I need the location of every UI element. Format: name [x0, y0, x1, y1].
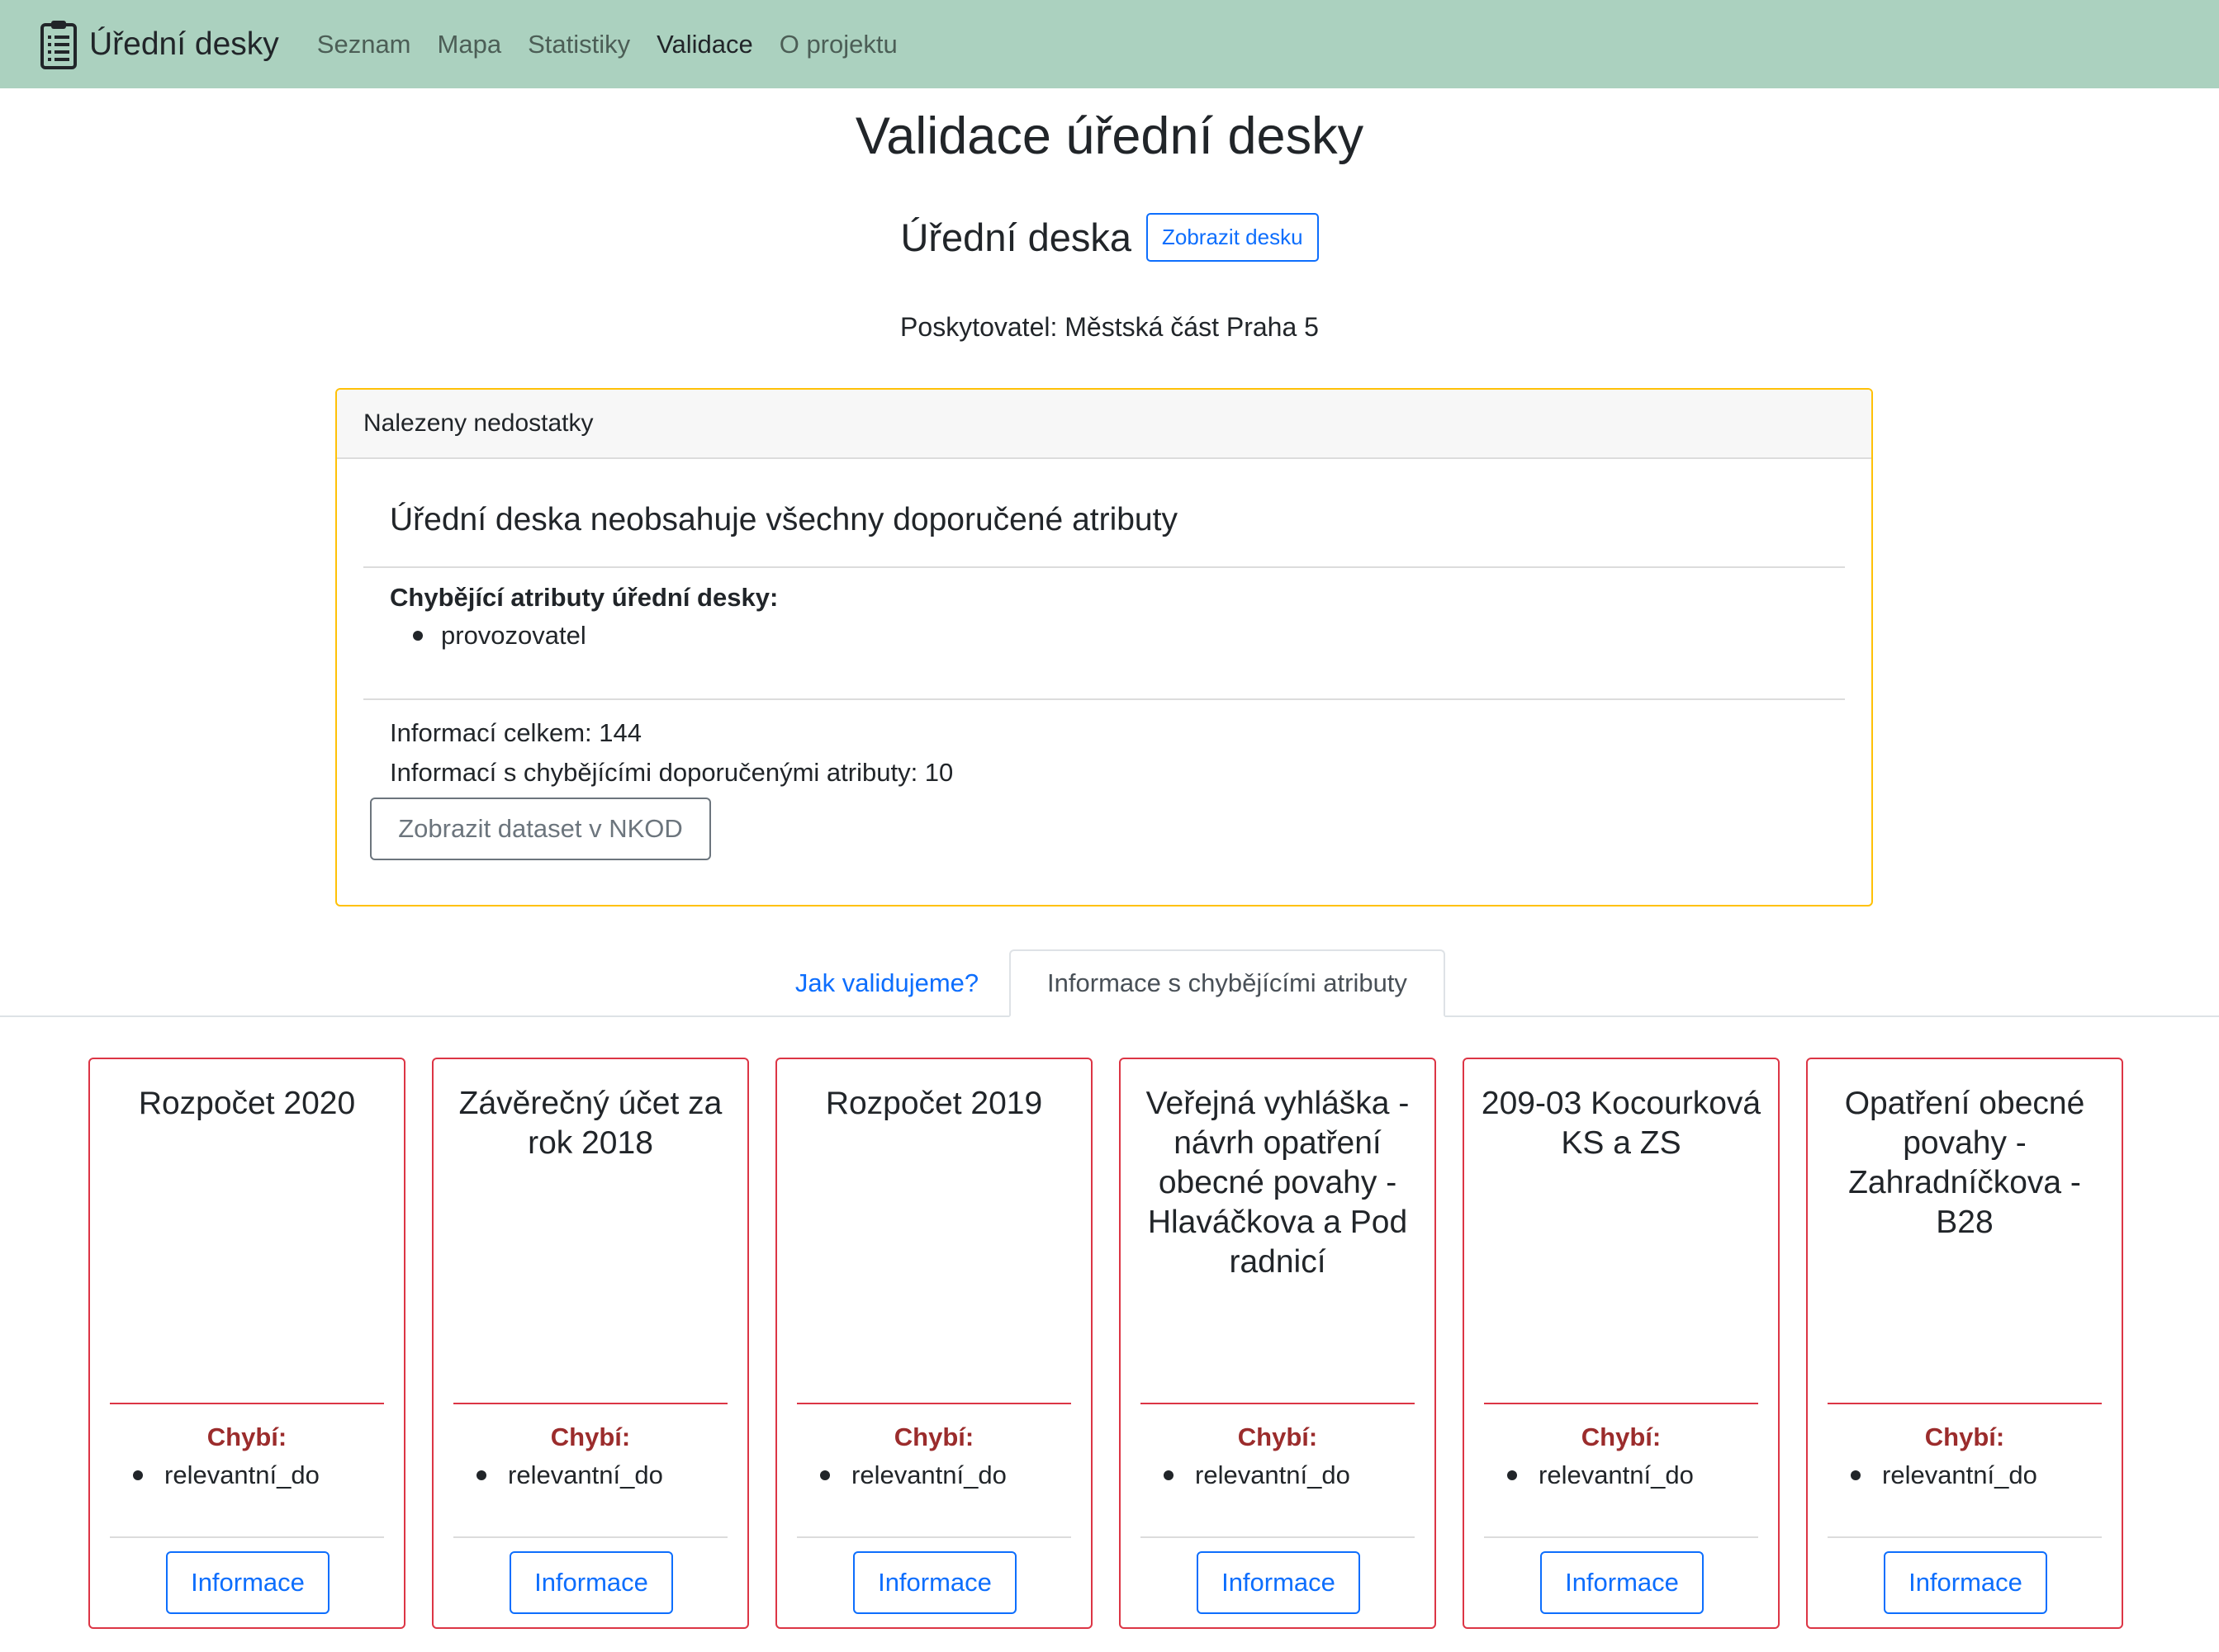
issues-card: Nalezeny nedostatky Úřední deska neobsah… — [335, 388, 1873, 906]
bullet-icon — [133, 1470, 143, 1480]
card-missing-attribute: relevantní_do — [508, 1460, 663, 1489]
nkod-dataset-button[interactable]: Zobrazit dataset v NKOD — [370, 798, 711, 860]
card-title: Rozpočet 2019 — [825, 1086, 1043, 1121]
card-missing-label: Chybí: — [894, 1422, 974, 1451]
provider-text: Poskytovatel: Městská část Praha 5 — [900, 312, 1319, 342]
show-board-button[interactable]: Zobrazit desku — [1146, 213, 1319, 262]
info-button[interactable]: Informace — [1540, 1551, 1704, 1614]
divider — [363, 566, 1845, 568]
card-missing-label: Chybí: — [1581, 1422, 1662, 1451]
divider — [1484, 1536, 1758, 1538]
board-title: Úřední deska — [900, 215, 1131, 259]
card-title: 209-03 Kocourková KS a ZS — [1481, 1086, 1761, 1161]
bullet-icon — [1164, 1470, 1174, 1480]
info-button[interactable]: Informace — [166, 1551, 330, 1614]
divider — [1484, 1403, 1758, 1404]
nav-link-statistiky[interactable]: Statistiky — [528, 30, 630, 59]
issues-card-header: Nalezeny nedostatky — [337, 390, 1871, 459]
list-item: relevantní_do — [133, 1460, 320, 1490]
card-title: Závěrečný účet za rok 2018 — [458, 1086, 723, 1161]
tab-missing-attributes[interactable]: Informace s chybějícími atributy — [1009, 949, 1445, 1017]
total-info-count: Informací celkem: 144 — [390, 718, 642, 747]
page-title: Validace úřední desky — [855, 107, 1364, 165]
info-card: Veřejná vyhláška - návrh opatření obecné… — [1119, 1058, 1436, 1629]
info-card: 209-03 Kocourková KS a ZS Chybí: relevan… — [1463, 1058, 1780, 1629]
info-button[interactable]: Informace — [510, 1551, 673, 1614]
board-heading-row: Úřední deska Zobrazit desku — [0, 213, 2219, 262]
card-missing-label: Chybí: — [1924, 1422, 2005, 1451]
nav-link-seznam[interactable]: Seznam — [317, 30, 411, 59]
divider — [363, 698, 1845, 700]
divider — [1140, 1403, 1415, 1404]
bullet-icon — [477, 1470, 486, 1480]
divider — [797, 1403, 1071, 1404]
card-missing-label: Chybí: — [550, 1422, 631, 1451]
info-card: Rozpočet 2019 Chybí: relevantní_do Infor… — [775, 1058, 1093, 1629]
bullet-icon — [1851, 1470, 1861, 1480]
nav-link-o-projektu[interactable]: O projektu — [780, 30, 898, 59]
missing-attribute: provozovatel — [441, 621, 586, 650]
clipboard-list-icon — [40, 20, 77, 69]
nav-link-validace[interactable]: Validace — [657, 30, 753, 59]
list-item: relevantní_do — [820, 1460, 1007, 1490]
divider — [1140, 1536, 1415, 1538]
list-item: relevantní_do — [477, 1460, 663, 1490]
issues-heading: Úřední deska neobsahuje všechny doporuče… — [390, 502, 1178, 537]
card-title: Rozpočet 2020 — [138, 1086, 356, 1121]
divider — [110, 1536, 384, 1538]
info-card: Závěrečný účet za rok 2018 Chybí: releva… — [432, 1058, 749, 1629]
card-missing-attribute: relevantní_do — [1539, 1460, 1694, 1489]
missing-attributes-list: provozovatel — [390, 621, 586, 651]
navbar: Úřední desky Seznam Mapa Statistiky Vali… — [0, 0, 2219, 88]
card-missing-attribute: relevantní_do — [164, 1460, 320, 1489]
list-item: relevantní_do — [1507, 1460, 1694, 1490]
card-missing-attribute: relevantní_do — [1882, 1460, 2037, 1489]
card-missing-label: Chybí: — [1237, 1422, 1318, 1451]
bullet-icon — [413, 631, 423, 641]
card-missing-attribute: relevantní_do — [1195, 1460, 1350, 1489]
divider — [453, 1536, 728, 1538]
divider — [453, 1403, 728, 1404]
divider — [797, 1536, 1071, 1538]
info-card: Opatření obecné povahy - Zahradníčkova -… — [1806, 1058, 2123, 1629]
bullet-icon — [1507, 1470, 1517, 1480]
missing-attributes-label: Chybějící atributy úřední desky: — [390, 583, 779, 612]
list-item: relevantní_do — [1851, 1460, 2037, 1490]
nav-link-mapa[interactable]: Mapa — [438, 30, 502, 59]
brand[interactable]: Úřední desky — [40, 19, 279, 70]
info-button[interactable]: Informace — [1884, 1551, 2047, 1614]
divider — [110, 1403, 384, 1404]
tab-how-we-validate[interactable]: Jak validujeme? — [776, 949, 998, 1017]
list-item: relevantní_do — [1164, 1460, 1350, 1490]
list-item: provozovatel — [390, 621, 586, 651]
card-missing-label: Chybí: — [206, 1422, 287, 1451]
info-button[interactable]: Informace — [853, 1551, 1017, 1614]
divider — [1828, 1403, 2102, 1404]
card-missing-attribute: relevantní_do — [851, 1460, 1007, 1489]
card-title: Veřejná vyhláška - návrh opatření obecné… — [1145, 1086, 1410, 1280]
divider — [1828, 1536, 2102, 1538]
info-card: Rozpočet 2020 Chybí: relevantní_do Infor… — [88, 1058, 405, 1629]
bullet-icon — [820, 1470, 830, 1480]
missing-info-count: Informací s chybějícími doporučenými atr… — [390, 758, 954, 787]
brand-name: Úřední desky — [89, 26, 279, 62]
info-button[interactable]: Informace — [1197, 1551, 1360, 1614]
card-title: Opatření obecné povahy - Zahradníčkova -… — [1844, 1086, 2085, 1240]
